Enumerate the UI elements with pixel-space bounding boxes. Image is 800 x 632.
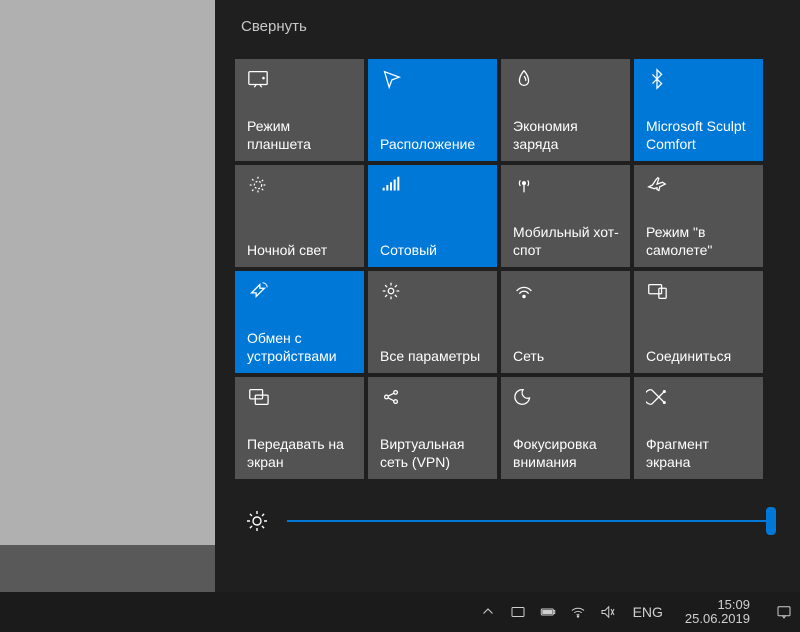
settings-icon bbox=[380, 279, 404, 303]
vpn-tile[interactable]: Виртуальная сеть (VPN) bbox=[368, 377, 497, 479]
clock-time: 15:09 bbox=[685, 598, 750, 612]
project-icon bbox=[247, 385, 271, 409]
bluetooth-tile[interactable]: Microsoft Sculpt Comfort bbox=[634, 59, 763, 161]
nearby-share-tile[interactable]: Обмен с устройствами bbox=[235, 271, 364, 373]
vpn-icon bbox=[380, 385, 404, 409]
tile-label: Фокусировка внимания bbox=[513, 436, 620, 471]
tile-label: Режим планшета bbox=[247, 118, 354, 153]
taskbar: ENG 15:09 25.06.2019 bbox=[0, 592, 800, 632]
cellular-tile[interactable]: Сотовый bbox=[368, 165, 497, 267]
airplane-mode-tile[interactable]: Режим "в самолете" bbox=[634, 165, 763, 267]
clock[interactable]: 15:09 25.06.2019 bbox=[679, 598, 756, 627]
tile-label: Все параметры bbox=[380, 348, 487, 366]
network-tile[interactable]: Сеть bbox=[501, 271, 630, 373]
hotspot-tile[interactable]: Мобильный хот-спот bbox=[501, 165, 630, 267]
system-tray: ENG 15:09 25.06.2019 bbox=[479, 598, 794, 627]
snip-icon bbox=[646, 385, 670, 409]
tile-label: Расположение bbox=[380, 136, 487, 154]
screen-snip-tile[interactable]: Фрагмент экрана bbox=[634, 377, 763, 479]
focus-icon bbox=[513, 385, 537, 409]
tile-label: Экономия заряда bbox=[513, 118, 620, 153]
tablet-mode-tray-icon[interactable] bbox=[509, 603, 527, 621]
wifi-tray-icon[interactable] bbox=[569, 603, 587, 621]
tile-label: Сеть bbox=[513, 348, 620, 366]
action-center-button[interactable] bbox=[774, 602, 794, 622]
focus-assist-tile[interactable]: Фокусировка внимания bbox=[501, 377, 630, 479]
tile-label: Мобильный хот-спот bbox=[513, 224, 620, 259]
collapse-button[interactable]: Свернуть bbox=[235, 14, 313, 39]
nearby-share-icon bbox=[247, 279, 271, 303]
cellular-icon bbox=[380, 173, 404, 197]
language-indicator[interactable]: ENG bbox=[629, 604, 667, 620]
bluetooth-icon bbox=[646, 67, 670, 91]
brightness-icon bbox=[245, 509, 269, 533]
tile-label: Соединиться bbox=[646, 348, 753, 366]
night-light-icon bbox=[247, 173, 271, 197]
volume-tray-icon[interactable] bbox=[599, 603, 617, 621]
tile-label: Ночной свет bbox=[247, 242, 354, 260]
location-tile[interactable]: Расположение bbox=[368, 59, 497, 161]
hotspot-icon bbox=[513, 173, 537, 197]
connect-icon bbox=[646, 279, 670, 303]
network-icon bbox=[513, 279, 537, 303]
brightness-thumb[interactable] bbox=[766, 507, 776, 535]
tile-label: Виртуальная сеть (VPN) bbox=[380, 436, 487, 471]
tile-label: Сотовый bbox=[380, 242, 487, 260]
tile-label: Обмен с устройствами bbox=[247, 330, 354, 365]
connect-tile[interactable]: Соединиться bbox=[634, 271, 763, 373]
location-icon bbox=[380, 67, 404, 91]
battery-saver-icon bbox=[513, 67, 537, 91]
tile-label: Microsoft Sculpt Comfort bbox=[646, 118, 753, 153]
all-settings-tile[interactable]: Все параметры bbox=[368, 271, 497, 373]
tile-label: Фрагмент экрана bbox=[646, 436, 753, 471]
battery-tray-icon[interactable] bbox=[539, 603, 557, 621]
clock-date: 25.06.2019 bbox=[685, 612, 750, 626]
brightness-slider[interactable] bbox=[235, 509, 780, 533]
tray-overflow-icon[interactable] bbox=[479, 603, 497, 621]
project-tile[interactable]: Передавать на экран bbox=[235, 377, 364, 479]
desktop: Свернуть Режим планшета Расположение Эко… bbox=[0, 0, 800, 632]
left-panel bbox=[0, 0, 215, 545]
tablet-mode-tile[interactable]: Режим планшета bbox=[235, 59, 364, 161]
brightness-track[interactable] bbox=[287, 520, 770, 522]
tablet-icon bbox=[247, 67, 271, 91]
tile-label: Режим "в самолете" bbox=[646, 224, 753, 259]
airplane-icon bbox=[646, 173, 670, 197]
tile-label: Передавать на экран bbox=[247, 436, 354, 471]
action-center-panel: Свернуть Режим планшета Расположение Эко… bbox=[215, 0, 800, 592]
battery-saver-tile[interactable]: Экономия заряда bbox=[501, 59, 630, 161]
night-light-tile[interactable]: Ночной свет bbox=[235, 165, 364, 267]
quick-action-tiles: Режим планшета Расположение Экономия зар… bbox=[235, 59, 780, 479]
